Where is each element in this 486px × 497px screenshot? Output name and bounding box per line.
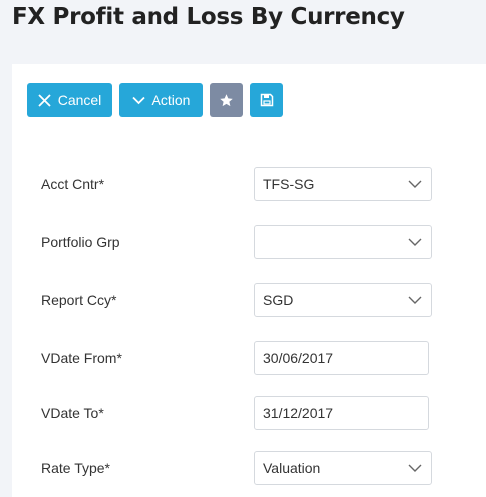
- close-icon: [38, 93, 51, 107]
- portfolio-grp-label: Portfolio Grp: [41, 234, 120, 250]
- rate-type-value: Valuation: [263, 460, 321, 476]
- vdate-from-label: VDate From*: [41, 350, 122, 366]
- chevron-down-icon: [408, 464, 422, 472]
- form-panel: Cancel Action Acct Cntr* TFS-SG Portfoli…: [12, 64, 486, 497]
- vdate-from-value: 30/06/2017: [263, 350, 334, 366]
- chevron-down-icon: [131, 96, 145, 105]
- favorite-button[interactable]: [210, 83, 243, 117]
- star-icon: [219, 93, 234, 108]
- chevron-down-icon: [408, 180, 422, 188]
- portfolio-grp-select[interactable]: [254, 225, 432, 259]
- chevron-down-icon: [408, 296, 422, 304]
- vdate-from-input[interactable]: 30/06/2017: [254, 341, 429, 375]
- cancel-button-label: Cancel: [57, 92, 102, 108]
- save-button[interactable]: [250, 83, 283, 117]
- acct-cntr-value: TFS-SG: [263, 176, 315, 192]
- report-ccy-label: Report Ccy*: [41, 292, 117, 308]
- vdate-to-label: VDate To*: [41, 405, 104, 421]
- cancel-button[interactable]: Cancel: [27, 83, 112, 117]
- acct-cntr-label: Acct Cntr*: [41, 176, 105, 192]
- page-title: FX Profit and Loss By Currency: [12, 4, 405, 30]
- vdate-to-value: 31/12/2017: [263, 405, 334, 421]
- save-icon: [260, 93, 274, 107]
- acct-cntr-select[interactable]: TFS-SG: [254, 167, 432, 201]
- report-ccy-value: SGD: [263, 292, 294, 308]
- chevron-down-icon: [408, 238, 422, 246]
- report-ccy-select[interactable]: SGD: [254, 283, 432, 317]
- rate-type-select[interactable]: Valuation: [254, 451, 432, 485]
- rate-type-label: Rate Type*: [41, 460, 111, 476]
- vdate-to-input[interactable]: 31/12/2017: [254, 396, 429, 430]
- action-button-label: Action: [151, 92, 191, 108]
- action-button[interactable]: Action: [119, 83, 203, 117]
